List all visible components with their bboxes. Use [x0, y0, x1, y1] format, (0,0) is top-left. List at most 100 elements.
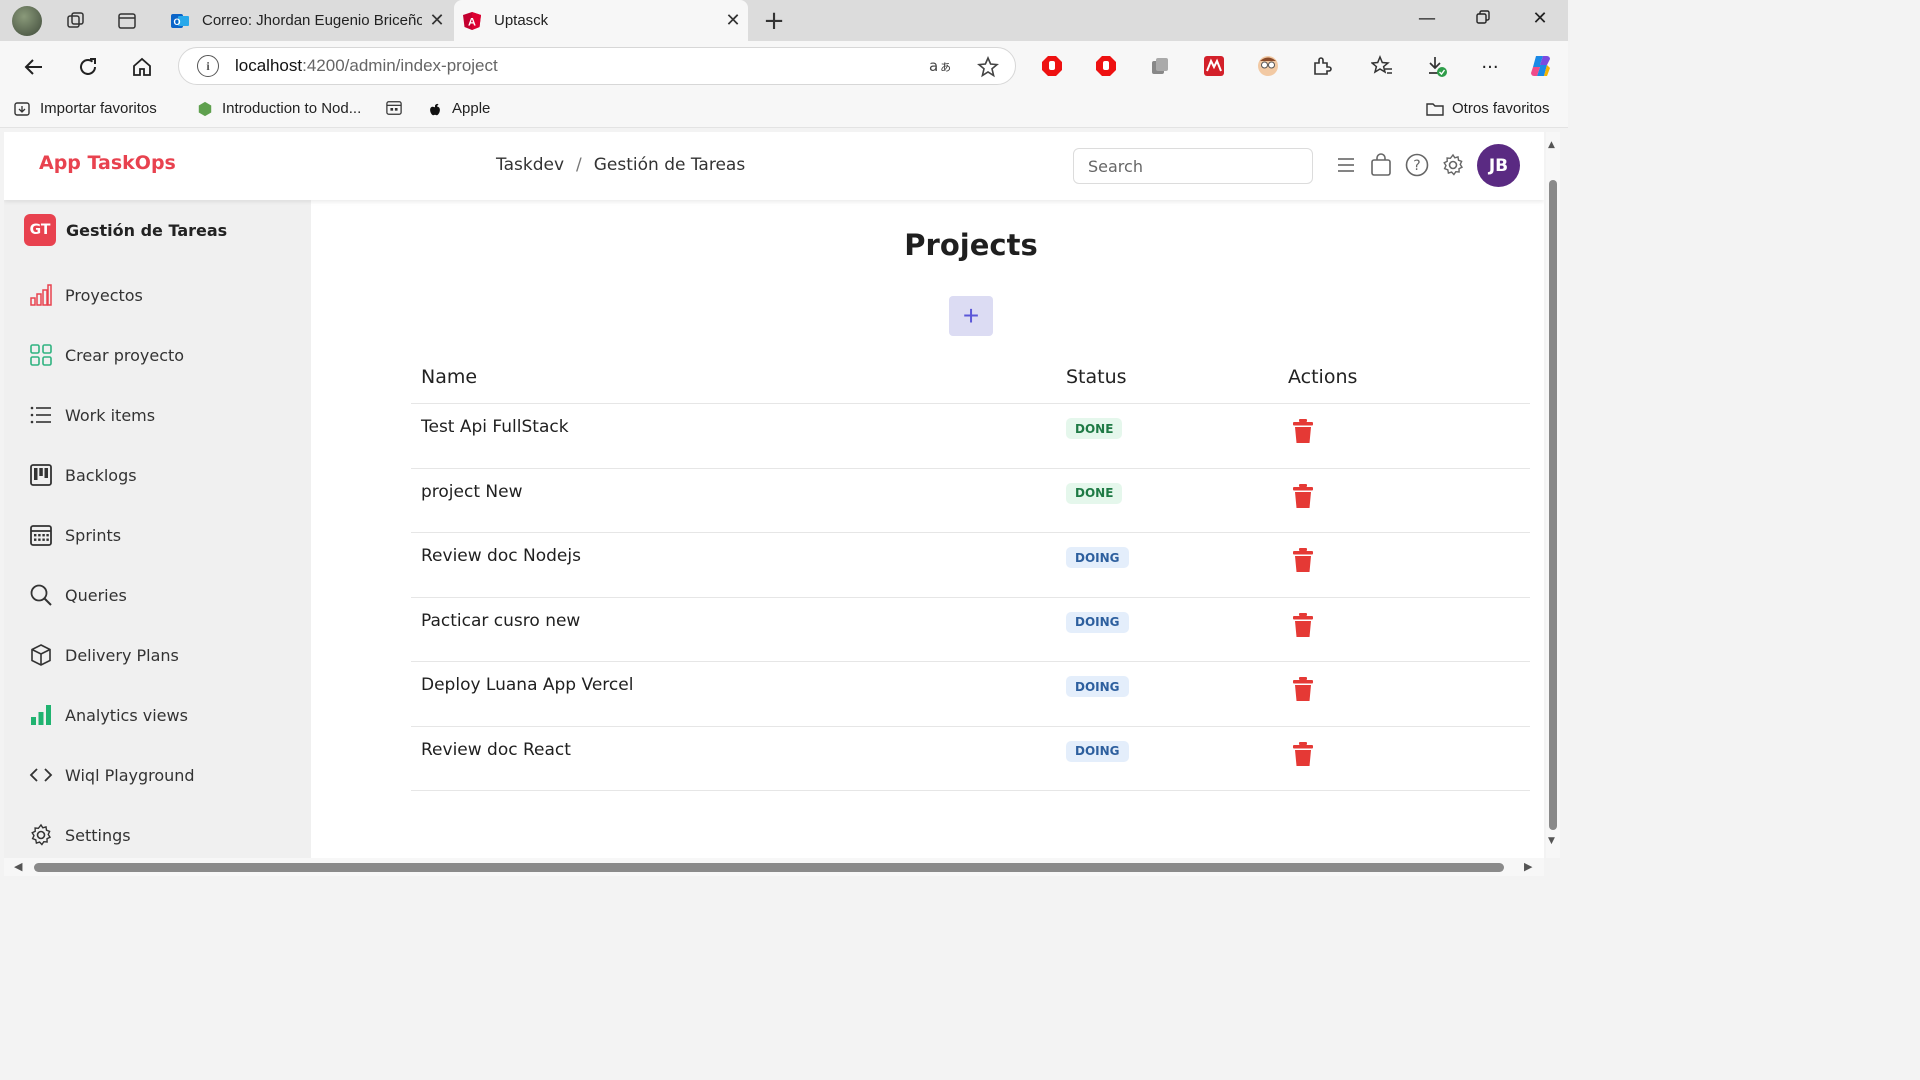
favorite-star-icon[interactable] — [977, 55, 999, 83]
scroll-up-arrow-icon[interactable]: ▲ — [1548, 140, 1555, 150]
status-badge: DONE — [1066, 418, 1123, 439]
tab-close-icon[interactable]: ✕ — [422, 10, 452, 31]
sidebar-item-label: Wiql Playground — [65, 765, 195, 785]
favorites-icon[interactable] — [1371, 55, 1393, 77]
scroll-right-arrow-icon[interactable]: ▶ — [1524, 860, 1532, 873]
bookmark-import[interactable]: Importar favoritos — [14, 100, 157, 117]
search-input[interactable] — [1073, 148, 1313, 184]
delete-icon[interactable] — [1291, 676, 1315, 702]
code-icon — [28, 762, 54, 788]
user-avatar[interactable]: JB — [1477, 144, 1520, 187]
vertical-scrollbar[interactable]: ▲ ▼ — [1546, 132, 1560, 858]
table-row: Deploy Luana App Vercel DOING — [411, 661, 1530, 726]
tab-title: Uptasck — [494, 12, 549, 29]
sidebar-item-delivery-plans[interactable]: Delivery Plans — [28, 640, 179, 670]
tab-outlook[interactable]: O Correo: Jhordan Eugenio Briceño ✕ — [162, 0, 452, 41]
minimize-icon[interactable]: — — [1412, 8, 1442, 29]
bookmark-label: Introduction to Nod... — [222, 100, 362, 117]
table-row: Test Api FullStack DONE — [411, 403, 1530, 468]
delete-icon[interactable] — [1291, 418, 1315, 444]
copy-extension-icon[interactable] — [1149, 55, 1171, 77]
sidebar-item-label: Backlogs — [65, 465, 137, 485]
tab-close-icon[interactable]: ✕ — [718, 10, 748, 31]
sidebar-item-settings[interactable]: Settings — [28, 820, 131, 850]
sidebar-item-queries[interactable]: Queries — [28, 580, 127, 610]
column-header-name: Name — [421, 366, 478, 388]
back-icon[interactable] — [20, 53, 48, 81]
read-aloud-icon[interactable]: aぁ — [929, 56, 952, 81]
new-tab-button[interactable]: + — [760, 6, 788, 36]
close-window-icon[interactable]: ✕ — [1525, 8, 1555, 29]
more-icon[interactable]: ··· — [1476, 53, 1504, 81]
apple-icon — [430, 103, 440, 115]
status-badge: DOING — [1066, 676, 1129, 697]
brand-logo[interactable]: App TaskOps — [39, 152, 176, 174]
bookmark-label: Importar favoritos — [40, 100, 157, 117]
sidebar-item-backlogs[interactable]: Backlogs — [28, 460, 137, 490]
tab-uptasck[interactable]: A Uptasck ✕ — [454, 0, 748, 41]
help-icon[interactable]: ? — [1404, 152, 1430, 178]
address-field[interactable]: i localhost:4200/admin/index-project aぁ — [178, 47, 1016, 85]
search-icon — [28, 582, 54, 608]
sidebar-item-proyectos[interactable]: Proyectos — [28, 280, 143, 310]
page-title: Projects — [904, 228, 1038, 262]
adblock-plus-extension-icon[interactable] — [1095, 55, 1117, 77]
sidebar-item-label: Proyectos — [65, 285, 143, 305]
delete-icon[interactable] — [1291, 741, 1315, 767]
mendeley-extension-icon[interactable] — [1203, 55, 1225, 77]
svg-text:A: A — [468, 16, 476, 28]
browser-tab-bar: O Correo: Jhordan Eugenio Briceño ✕ A Up… — [0, 0, 1568, 41]
calendar-icon — [28, 522, 54, 548]
gear-icon — [28, 822, 54, 848]
project-name-cell: Review doc React — [421, 739, 571, 760]
shopping-bag-icon[interactable] — [1368, 152, 1394, 178]
breadcrumb: Taskdev / Gestión de Tareas — [496, 155, 745, 175]
table-row: Pacticar cusro new DOING — [411, 596, 1530, 662]
vertical-scroll-thumb[interactable] — [1549, 180, 1557, 830]
sidebar-item-work-items[interactable]: Work items — [28, 400, 155, 430]
svg-text:?: ? — [1413, 158, 1420, 174]
status-badge: DOING — [1066, 740, 1129, 762]
sidebar-item-sprints[interactable]: Sprints — [28, 520, 121, 550]
restore-icon[interactable] — [1468, 8, 1498, 29]
reload-icon[interactable] — [74, 53, 102, 81]
bookmark-node[interactable]: Introduction to Nod... — [196, 100, 361, 117]
sidebar-item-crear-proyecto[interactable]: Crear proyecto — [28, 340, 184, 370]
delete-icon[interactable] — [1291, 612, 1315, 638]
column-header-status: Status — [1066, 366, 1127, 388]
breadcrumb-org[interactable]: Taskdev — [496, 155, 564, 175]
sidebar-item-label: Queries — [65, 585, 127, 605]
breadcrumb-project[interactable]: Gestión de Tareas — [594, 155, 745, 175]
home-icon[interactable] — [128, 53, 156, 81]
bookmark-calendar[interactable] — [385, 100, 411, 116]
site-info-icon[interactable]: i — [197, 55, 219, 77]
scroll-down-arrow-icon[interactable]: ▼ — [1548, 836, 1555, 846]
character-extension-icon[interactable] — [1257, 55, 1279, 77]
sidebar-item-analytics-views[interactable]: Analytics views — [28, 700, 188, 730]
delete-icon[interactable] — [1291, 483, 1315, 509]
menu-list-icon[interactable] — [1333, 152, 1359, 178]
project-name-cell: Pacticar cusro new — [421, 610, 581, 631]
project-name-cell: Deploy Luana App Vercel — [421, 675, 634, 695]
sidebar-item-wiql-playground[interactable]: Wiql Playground — [28, 760, 195, 790]
adblock-extension-icon[interactable] — [1041, 55, 1063, 77]
app-header: App TaskOps Taskdev / Gestión de Tareas … — [4, 132, 1544, 200]
scroll-left-arrow-icon[interactable]: ◀ — [14, 860, 22, 873]
add-project-button[interactable]: + — [949, 296, 993, 336]
browser-profile-avatar[interactable] — [12, 6, 42, 36]
folder-icon — [1426, 102, 1444, 116]
sidebar-item-label: Sprints — [65, 525, 122, 545]
page-viewport: App TaskOps Taskdev / Gestión de Tareas … — [4, 132, 1544, 858]
extensions-puzzle-icon[interactable] — [1311, 55, 1333, 77]
project-header[interactable]: GT Gestión de Tareas — [24, 214, 227, 246]
gear-icon[interactable] — [1440, 152, 1466, 178]
delete-icon[interactable] — [1291, 547, 1315, 573]
bookmark-other-favorites[interactable]: Otros favoritos — [1426, 100, 1550, 117]
vertical-tabs-icon[interactable] — [115, 9, 139, 33]
workspaces-icon[interactable] — [64, 9, 88, 33]
bookmark-apple[interactable]: Apple — [426, 100, 490, 117]
horizontal-scrollbar[interactable]: ◀ ▶ — [4, 858, 1544, 876]
copilot-icon[interactable] — [1528, 53, 1554, 79]
downloads-icon[interactable] — [1426, 55, 1448, 77]
horizontal-scroll-thumb[interactable] — [34, 863, 1504, 872]
